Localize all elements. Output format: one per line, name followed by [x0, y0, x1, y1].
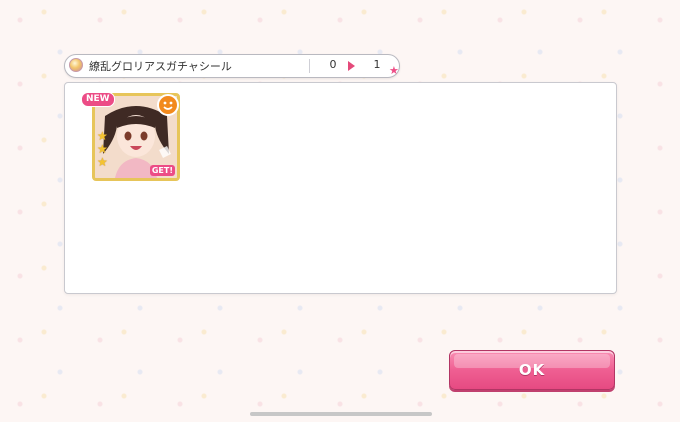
ok-button[interactable]: OK [449, 350, 615, 390]
smiley-icon [157, 94, 179, 116]
rarity-star-icon: ★ [97, 155, 108, 169]
item-name: 繚乱グロリアスガチャシール [89, 60, 232, 73]
item-count-bar: 繚乱グロリアスガチャシール 0 1 ★ [64, 54, 400, 78]
bar-divider [309, 59, 310, 73]
ok-button-label: OK [518, 361, 546, 379]
gacha-result-screen: { "item_bar": { "icon": "sticker-icon", … [0, 0, 680, 422]
item-count-after: 1 [373, 58, 381, 71]
obtained-cards-panel: ★ ★ ★ GET! NEW [64, 82, 617, 294]
arrow-right-icon [348, 61, 355, 71]
star-icon: ★ [389, 64, 399, 77]
rarity-star-icon: ★ [97, 142, 108, 156]
sticker-icon [69, 58, 83, 72]
new-badge: NEW [81, 92, 115, 107]
rarity-star-icon: ★ [97, 129, 108, 143]
smiley-icon-glyph [163, 101, 173, 110]
item-count-before: 0 [329, 58, 337, 71]
get-badge: GET! [149, 165, 175, 176]
home-indicator[interactable] [250, 412, 432, 416]
